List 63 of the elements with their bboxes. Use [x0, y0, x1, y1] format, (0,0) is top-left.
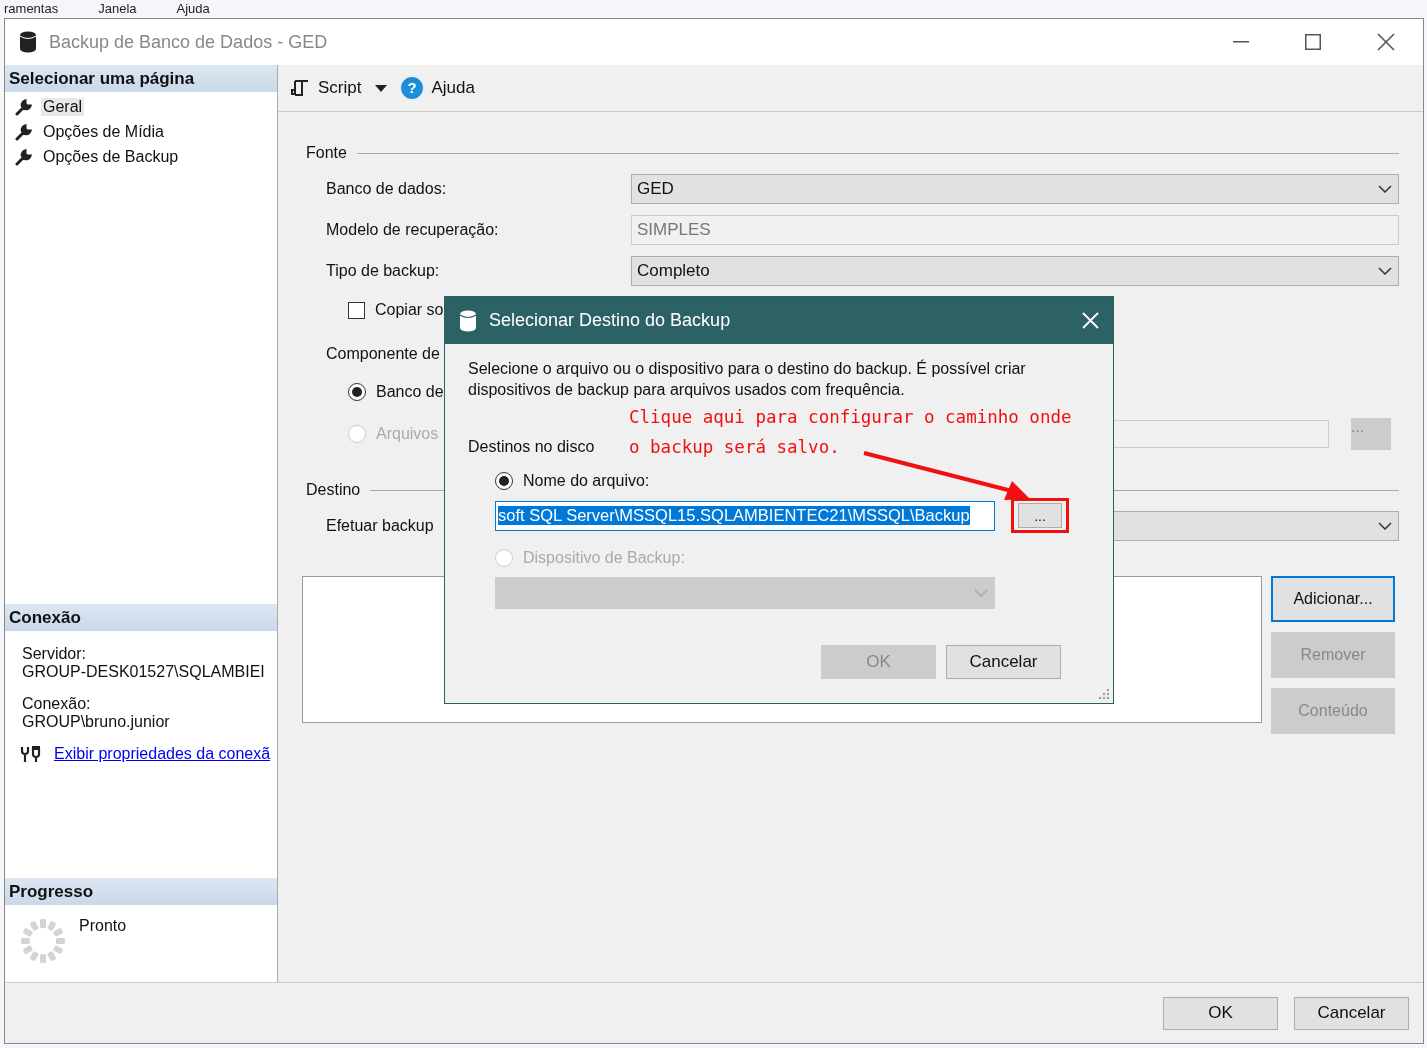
- browse-button[interactable]: ...: [1018, 503, 1062, 528]
- section-label: Destinos no disco: [468, 438, 595, 456]
- database-icon: [19, 31, 37, 53]
- field-label: Efetuar backup: [326, 517, 435, 535]
- wrench-icon: [15, 97, 33, 116]
- radio-label: Nome do arquivo:: [523, 472, 650, 490]
- close-icon[interactable]: [1377, 33, 1395, 51]
- maximize-icon[interactable]: [1305, 34, 1321, 50]
- group-heading: Destino: [306, 481, 361, 499]
- dropdown[interactable]: GED: [631, 174, 1399, 204]
- file-path-field[interactable]: soft SQL Server\MSSQL15.SQLAMBIENTEC21\MSSQL\Backup: [495, 500, 995, 531]
- spinner-icon: [19, 917, 67, 965]
- field-label: Componente de: [326, 345, 441, 363]
- minimize-icon[interactable]: [1233, 41, 1249, 43]
- chevron-down-icon: [974, 589, 988, 597]
- dialog-button[interactable]: Adicionar...: [1271, 576, 1395, 622]
- radio-button[interactable]: [348, 383, 366, 401]
- dialog-description: Selecione o arquivo ou o dispositivo para o destino do backup. É possível criar dispositivos de backup para arquivos usados com frequência.: [468, 358, 1027, 400]
- field-label: Banco de dados:: [326, 180, 448, 198]
- dropdown-caret-icon[interactable]: [375, 84, 388, 92]
- connection-label: Servidor:: [22, 645, 88, 663]
- menu-item[interactable]: Janela: [98, 0, 137, 18]
- radio-button[interactable]: [495, 472, 513, 490]
- connection-value: GROUP-DESK01527\SQLAMBIEI: [22, 663, 266, 681]
- checkbox-label: Copiar so: [375, 301, 444, 319]
- page-item[interactable]: Opções de Mídia: [41, 122, 166, 141]
- chevron-down-icon: [1378, 522, 1392, 530]
- page-item[interactable]: Opções de Backup: [41, 147, 181, 166]
- resize-grip-icon[interactable]: [1098, 688, 1110, 700]
- menu-item[interactable]: ramentas: [4, 0, 59, 18]
- menu-item[interactable]: Ajuda: [176, 0, 210, 18]
- script-button[interactable]: Script: [290, 78, 362, 98]
- script-icon: [290, 78, 310, 98]
- dialog-button[interactable]: Cancelar: [946, 645, 1061, 679]
- dialog-button[interactable]: OK: [1163, 996, 1278, 1030]
- field-label: Modelo de recuperação:: [326, 221, 500, 239]
- radio-label: Arquivos: [376, 425, 439, 443]
- page-item[interactable]: Geral: [41, 97, 85, 116]
- connection-label: Conexão:: [22, 695, 92, 713]
- connection-value: GROUP\bruno.junior: [22, 713, 171, 731]
- dropdown[interactable]: Completo: [631, 256, 1399, 286]
- wrench-icon: [15, 122, 33, 141]
- help-button[interactable]: ? Ajuda: [401, 77, 475, 99]
- radio-label: Banco de: [376, 383, 444, 401]
- checkbox[interactable]: [348, 301, 365, 319]
- radio-label: Dispositivo de Backup:: [523, 549, 685, 567]
- plug-icon: [20, 745, 42, 763]
- dialog-button[interactable]: Cancelar: [1294, 996, 1409, 1030]
- window-title: Backup de Banco de Dados - GED: [49, 31, 328, 53]
- help-icon: ?: [401, 77, 424, 99]
- section-header: Progresso: [5, 878, 277, 905]
- connection-properties-link[interactable]: Exibir propriedades da conexã: [54, 745, 271, 763]
- section-header: Selecionar uma página: [5, 65, 277, 92]
- section-header: Conexão: [5, 604, 277, 631]
- dialog-title: Selecionar Destino do Backup: [489, 310, 731, 331]
- chevron-down-icon: [1378, 267, 1392, 275]
- progress-status: Pronto: [79, 917, 127, 936]
- field-label: Tipo de backup:: [326, 262, 441, 280]
- group-heading: Fonte: [306, 144, 347, 162]
- database-icon: [459, 309, 477, 332]
- chevron-down-icon: [1378, 185, 1392, 193]
- annotation-text: Clique aqui para configurar o caminho onde o backup será salvo.: [629, 406, 1073, 459]
- wrench-icon: [15, 147, 33, 166]
